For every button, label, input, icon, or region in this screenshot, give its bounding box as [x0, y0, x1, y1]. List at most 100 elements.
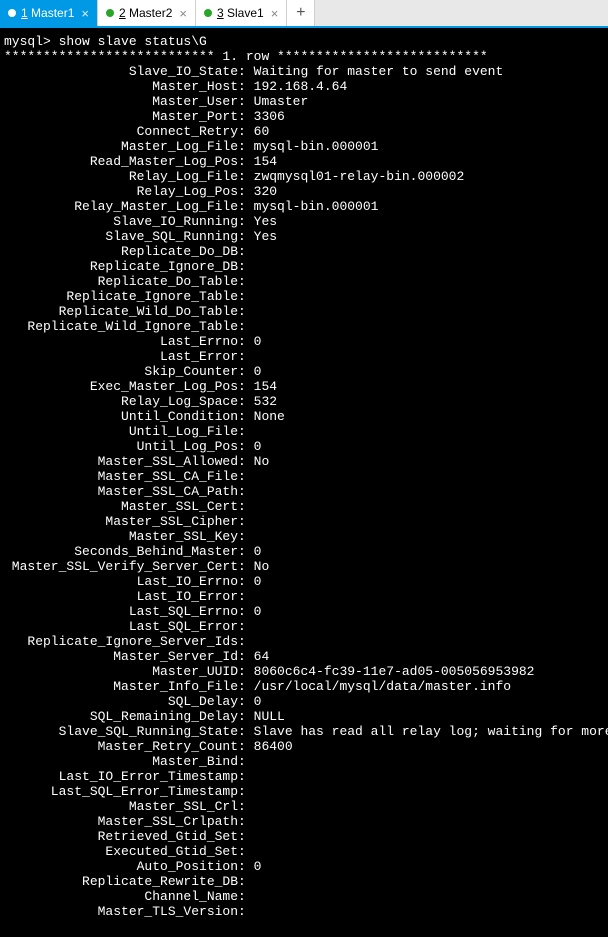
status-row: Master_SSL_Crl: [4, 799, 604, 814]
status-value: NULL [254, 709, 285, 724]
status-key: Read_Master_Log_Pos: [4, 154, 254, 169]
status-value: /usr/local/mysql/data/master.info [254, 679, 511, 694]
status-key: Relay_Log_Pos: [4, 184, 254, 199]
status-row: Replicate_Ignore_Table: [4, 289, 604, 304]
status-row: Connect_Retry: 60 [4, 124, 604, 139]
status-value: mysql-bin.000001 [254, 139, 379, 154]
status-row: Replicate_Wild_Do_Table: [4, 304, 604, 319]
status-value: 0 [254, 694, 262, 709]
tab-slave1[interactable]: 3 Slave1× [196, 0, 287, 26]
status-key: Last_IO_Error: [4, 589, 254, 604]
status-value: 0 [254, 334, 262, 349]
status-value: Waiting for master to send event [254, 64, 504, 79]
status-key: Last_SQL_Error_Timestamp: [4, 784, 254, 799]
status-row: Last_Errno: 0 [4, 334, 604, 349]
tab-bar: 1 Master1×2 Master2×3 Slave1×+ [0, 0, 608, 28]
status-value: 86400 [254, 739, 293, 754]
status-key: Replicate_Wild_Do_Table: [4, 304, 254, 319]
status-value: 320 [254, 184, 277, 199]
status-key: Master_SSL_Key: [4, 529, 254, 544]
terminal-output[interactable]: mysql> show slave status\G**************… [0, 28, 608, 937]
status-key: Master_Log_File: [4, 139, 254, 154]
status-key: Master_Host: [4, 79, 254, 94]
status-value: 64 [254, 649, 270, 664]
status-value: 154 [254, 154, 277, 169]
status-row: Retrieved_Gtid_Set: [4, 829, 604, 844]
status-key: Relay_Log_Space: [4, 394, 254, 409]
status-key: Last_IO_Error_Timestamp: [4, 769, 254, 784]
connection-status-icon [204, 9, 212, 17]
status-row: Master_SSL_CA_Path: [4, 484, 604, 499]
status-key: Until_Log_Pos: [4, 439, 254, 454]
status-row: Until_Log_Pos: 0 [4, 439, 604, 454]
status-key: Replicate_Do_DB: [4, 244, 254, 259]
connection-status-icon [8, 9, 16, 17]
status-key: Slave_SQL_Running_State: [4, 724, 254, 739]
status-row: Master_Port: 3306 [4, 109, 604, 124]
status-row: Master_Host: 192.168.4.64 [4, 79, 604, 94]
status-key: Slave_IO_State: [4, 64, 254, 79]
status-value: 3306 [254, 109, 285, 124]
close-icon[interactable]: × [79, 7, 91, 20]
status-key: Replicate_Ignore_DB: [4, 259, 254, 274]
status-value: mysql-bin.000001 [254, 199, 379, 214]
status-value: zwqmysql01-relay-bin.000002 [254, 169, 465, 184]
status-value: None [254, 409, 285, 424]
status-row: SQL_Remaining_Delay: NULL [4, 709, 604, 724]
status-row: Last_IO_Error: [4, 589, 604, 604]
status-key: Replicate_Wild_Ignore_Table: [4, 319, 254, 334]
status-key: Replicate_Ignore_Table: [4, 289, 254, 304]
status-key: Slave_IO_Running: [4, 214, 254, 229]
status-key: Master_Port: [4, 109, 254, 124]
status-key: Last_IO_Errno: [4, 574, 254, 589]
status-row: Skip_Counter: 0 [4, 364, 604, 379]
status-key: Connect_Retry: [4, 124, 254, 139]
status-value: Slave has read all relay log; waiting fo… [254, 724, 608, 739]
status-value: 60 [254, 124, 270, 139]
status-key: Master_Bind: [4, 754, 254, 769]
status-key: Relay_Master_Log_File: [4, 199, 254, 214]
status-key: Seconds_Behind_Master: [4, 544, 254, 559]
status-row: Last_IO_Error_Timestamp: [4, 769, 604, 784]
status-key: Master_Retry_Count: [4, 739, 254, 754]
status-value: Yes [254, 229, 277, 244]
status-key: Skip_Counter: [4, 364, 254, 379]
row-separator: *************************** 1. row *****… [4, 49, 604, 64]
status-row: Read_Master_Log_Pos: 154 [4, 154, 604, 169]
status-row: Master_SSL_Verify_Server_Cert: No [4, 559, 604, 574]
status-value: No [254, 454, 270, 469]
status-key: Relay_Log_File: [4, 169, 254, 184]
status-row: Master_Log_File: mysql-bin.000001 [4, 139, 604, 154]
status-row: Executed_Gtid_Set: [4, 844, 604, 859]
status-value: 532 [254, 394, 277, 409]
status-key: Last_Errno: [4, 334, 254, 349]
status-value: 154 [254, 379, 277, 394]
add-tab-button[interactable]: + [287, 0, 315, 26]
status-key: Master_SSL_Cert: [4, 499, 254, 514]
tab-label: 2 Master2 [119, 6, 172, 20]
status-value: 0 [254, 859, 262, 874]
status-row: Master_SSL_CA_File: [4, 469, 604, 484]
status-row: Last_Error: [4, 349, 604, 364]
status-key: Master_Server_Id: [4, 649, 254, 664]
status-value: 0 [254, 364, 262, 379]
status-key: SQL_Remaining_Delay: [4, 709, 254, 724]
status-key: Exec_Master_Log_Pos: [4, 379, 254, 394]
status-row: Master_SSL_Key: [4, 529, 604, 544]
status-key: Master_SSL_Cipher: [4, 514, 254, 529]
status-key: Replicate_Rewrite_DB: [4, 874, 254, 889]
close-icon[interactable]: × [269, 7, 281, 20]
status-value: 0 [254, 604, 262, 619]
status-key: Master_SSL_CA_Path: [4, 484, 254, 499]
status-row: Master_User: Umaster [4, 94, 604, 109]
tab-master2[interactable]: 2 Master2 × [98, 0, 196, 26]
status-key: Last_Error: [4, 349, 254, 364]
status-row: Relay_Log_Pos: 320 [4, 184, 604, 199]
status-key: Slave_SQL_Running: [4, 229, 254, 244]
status-row: Last_SQL_Errno: 0 [4, 604, 604, 619]
status-row: Exec_Master_Log_Pos: 154 [4, 379, 604, 394]
status-value: No [254, 559, 270, 574]
close-icon[interactable]: × [177, 7, 189, 20]
tab-master1[interactable]: 1 Master1× [0, 0, 98, 26]
status-row: Seconds_Behind_Master: 0 [4, 544, 604, 559]
